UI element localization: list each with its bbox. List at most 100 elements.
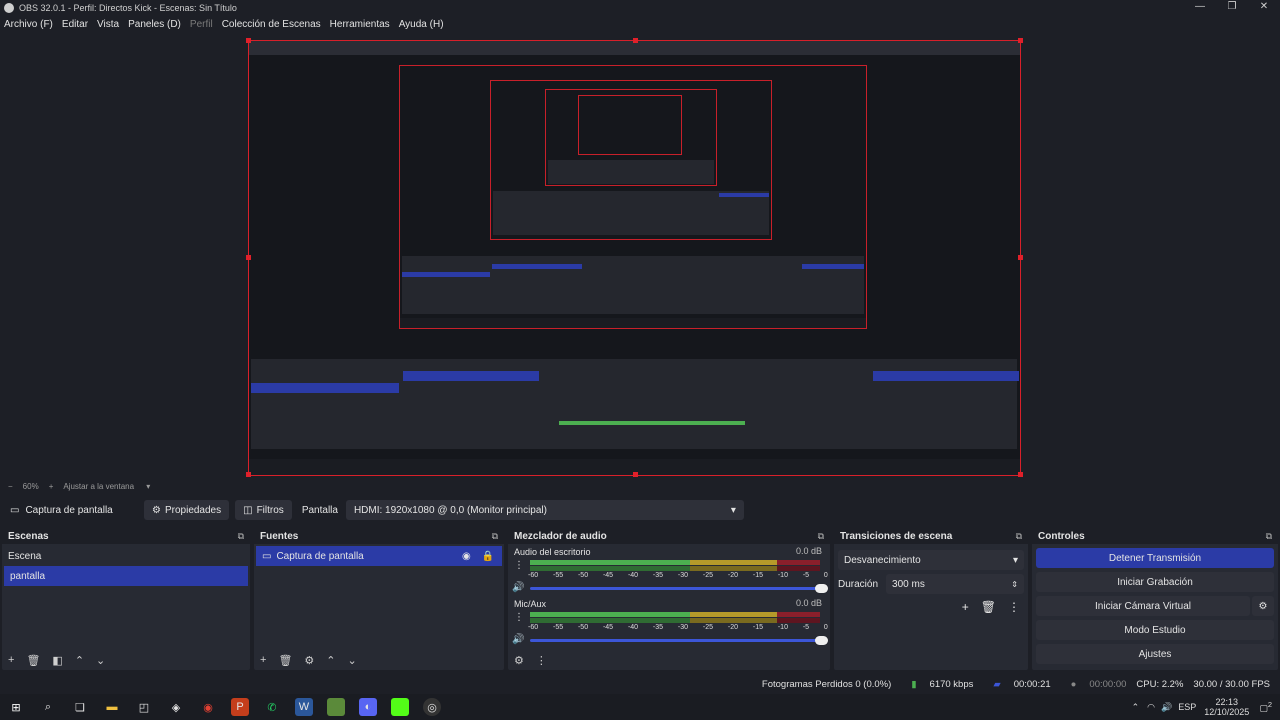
close-button[interactable]: ✕ — [1248, 0, 1280, 14]
volume-slider[interactable] — [530, 636, 828, 645]
resize-handle[interactable] — [246, 472, 251, 477]
zoom-in-button[interactable]: + — [49, 482, 54, 491]
start-recording-button[interactable]: Iniciar Grabación — [1036, 572, 1274, 592]
volume-meter — [530, 618, 820, 623]
settings-button[interactable]: Ajustes — [1036, 644, 1274, 664]
menu-perfil[interactable]: Perfil — [190, 19, 213, 30]
kick-icon[interactable] — [391, 698, 409, 716]
word-icon[interactable]: W — [295, 698, 313, 716]
duration-value: 300 ms — [892, 578, 925, 590]
add-icon[interactable]: + — [260, 654, 266, 666]
undock-icon[interactable]: ⧉ — [1016, 531, 1022, 542]
resize-handle[interactable] — [246, 38, 251, 43]
scene-item-escena[interactable]: Escena — [2, 546, 250, 566]
task-view-icon[interactable]: ❏ — [71, 698, 89, 716]
minecraft-icon[interactable] — [327, 698, 345, 716]
discord-icon[interactable]: ◐ — [359, 698, 377, 716]
filters-icon[interactable]: ◧ — [52, 654, 62, 667]
audio-mixer-dock: Mezclador de audio ⧉ Audio del escritori… — [508, 528, 830, 670]
zoom-out-button[interactable]: − — [8, 482, 13, 491]
chevron-up-icon[interactable]: ⌃ — [326, 654, 335, 667]
undock-icon[interactable]: ⧉ — [818, 531, 824, 542]
trash-icon[interactable]: 🗑 — [26, 654, 40, 667]
screen-capture-preview[interactable] — [248, 40, 1021, 476]
more-options-icon[interactable]: ⋮ — [514, 560, 524, 571]
resize-handle[interactable] — [1018, 38, 1023, 43]
source-item[interactable]: ▭ Captura de pantalla ◉ 🔒 — [256, 546, 502, 566]
track-name: Mic/Aux — [514, 599, 547, 609]
status-bar: Fotogramas Perdidos 0 (0.0%) ▮ 6170 kbps … — [0, 676, 1280, 692]
menu-ayuda[interactable]: Ayuda (H) — [399, 19, 444, 30]
language-indicator[interactable]: ESP — [1178, 702, 1196, 712]
undock-icon[interactable]: ⧉ — [238, 531, 244, 542]
meter-ticks: -60 -55 -50 -45 -40 -35 -30 -25 -20 -15 -10 -5 0 — [528, 624, 828, 631]
maximize-button[interactable]: ❐ — [1216, 0, 1248, 14]
sources-title: Fuentes — [260, 530, 299, 542]
menu-coleccion-escenas[interactable]: Colección de Escenas — [222, 19, 321, 30]
speaker-icon[interactable]: 🔊 — [512, 634, 524, 645]
studio-mode-button[interactable]: Modo Estudio — [1036, 620, 1274, 640]
more-options-icon[interactable]: ⋮ — [1008, 600, 1020, 614]
trash-icon[interactable]: 🗑 — [278, 654, 292, 667]
minimize-button[interactable]: — — [1184, 0, 1216, 14]
gear-icon[interactable]: ⚙ — [304, 654, 314, 667]
volume-icon[interactable]: 🔊 — [1161, 702, 1172, 713]
transition-select[interactable]: Desvanecimiento ▾ — [838, 550, 1024, 570]
tick-label: -60 — [528, 572, 539, 579]
tick-label: -45 — [602, 572, 614, 579]
app-icon[interactable]: ◈ — [167, 698, 185, 716]
filters-button[interactable]: ◫ Filtros — [235, 500, 292, 520]
eye-icon[interactable]: ◉ — [462, 551, 471, 562]
powerpoint-icon[interactable]: P — [231, 698, 249, 716]
chrome-icon[interactable]: ◉ — [199, 698, 217, 716]
duration-spinbox[interactable]: 300 ms ⇕ — [886, 574, 1024, 594]
stream-time: 00:00:21 — [1013, 678, 1051, 690]
store-icon[interactable]: ◰ — [135, 698, 153, 716]
add-icon[interactable]: + — [8, 654, 14, 666]
resize-handle[interactable] — [633, 472, 638, 477]
chevron-up-icon[interactable]: ⌃ — [1132, 702, 1140, 713]
chevron-down-icon[interactable]: ⌄ — [348, 654, 357, 667]
chevron-up-icon[interactable]: ⌃ — [75, 654, 84, 667]
undock-icon[interactable]: ⧉ — [492, 531, 498, 542]
meter-ticks: -60 -55 -50 -45 -40 -35 -30 -25 -20 -15 -10 -5 0 — [528, 572, 828, 579]
scene-item-pantalla[interactable]: pantalla — [4, 566, 248, 586]
menu-herramientas[interactable]: Herramientas — [330, 19, 390, 30]
resize-handle[interactable] — [1018, 472, 1023, 477]
volume-slider[interactable] — [530, 584, 828, 593]
display-select[interactable]: HDMI: 1920x1080 @ 0,0 (Monitor principal… — [345, 500, 744, 520]
undock-icon[interactable]: ⧉ — [1266, 531, 1272, 542]
lock-icon[interactable]: 🔒 — [482, 551, 494, 562]
menu-paneles[interactable]: Paneles (D) — [128, 19, 181, 30]
properties-button[interactable]: ⚙ Propiedades — [144, 500, 230, 520]
obs-taskbar-icon[interactable]: ◎ — [423, 698, 441, 716]
virtual-camera-button[interactable]: Iniciar Cámara Virtual — [1036, 596, 1250, 616]
windows-start-icon[interactable]: ⊞ — [7, 698, 25, 716]
tick-label: -40 — [627, 624, 639, 631]
more-options-icon[interactable]: ⋮ — [536, 654, 547, 667]
chevron-down-icon[interactable]: ⌄ — [96, 654, 105, 667]
menu-archivo[interactable]: Archivo (F) — [4, 19, 53, 30]
search-icon[interactable]: ⌕ — [39, 698, 57, 716]
fit-to-window-dropdown[interactable]: Ajustar a la ventana ▾ — [63, 482, 150, 491]
more-options-icon[interactable]: ⋮ — [514, 612, 524, 623]
preview-canvas[interactable] — [0, 32, 1280, 478]
gear-icon[interactable]: ⚙ — [1252, 596, 1274, 616]
trash-icon[interactable]: 🗑 — [981, 600, 996, 614]
menu-vista[interactable]: Vista — [97, 19, 119, 30]
clock[interactable]: 22:13 12/10/2025 — [1204, 697, 1249, 717]
menu-editar[interactable]: Editar — [62, 19, 88, 30]
whatsapp-icon[interactable]: ✆ — [263, 698, 281, 716]
volume-meter — [530, 560, 820, 565]
speaker-icon[interactable]: 🔊 — [512, 582, 524, 593]
resize-handle[interactable] — [1018, 255, 1023, 260]
notifications-icon[interactable]: ▢2 — [1259, 700, 1272, 714]
resize-handle[interactable] — [633, 38, 638, 43]
stop-stream-button[interactable]: Detener Transmisión — [1036, 548, 1274, 568]
scenes-title: Escenas — [8, 530, 49, 542]
resize-handle[interactable] — [246, 255, 251, 260]
advanced-audio-icon[interactable]: ⚙ — [514, 654, 524, 667]
file-explorer-icon[interactable]: ▬ — [103, 698, 121, 716]
wifi-icon[interactable]: ◠ — [1147, 702, 1155, 713]
add-icon[interactable]: + — [962, 600, 969, 614]
